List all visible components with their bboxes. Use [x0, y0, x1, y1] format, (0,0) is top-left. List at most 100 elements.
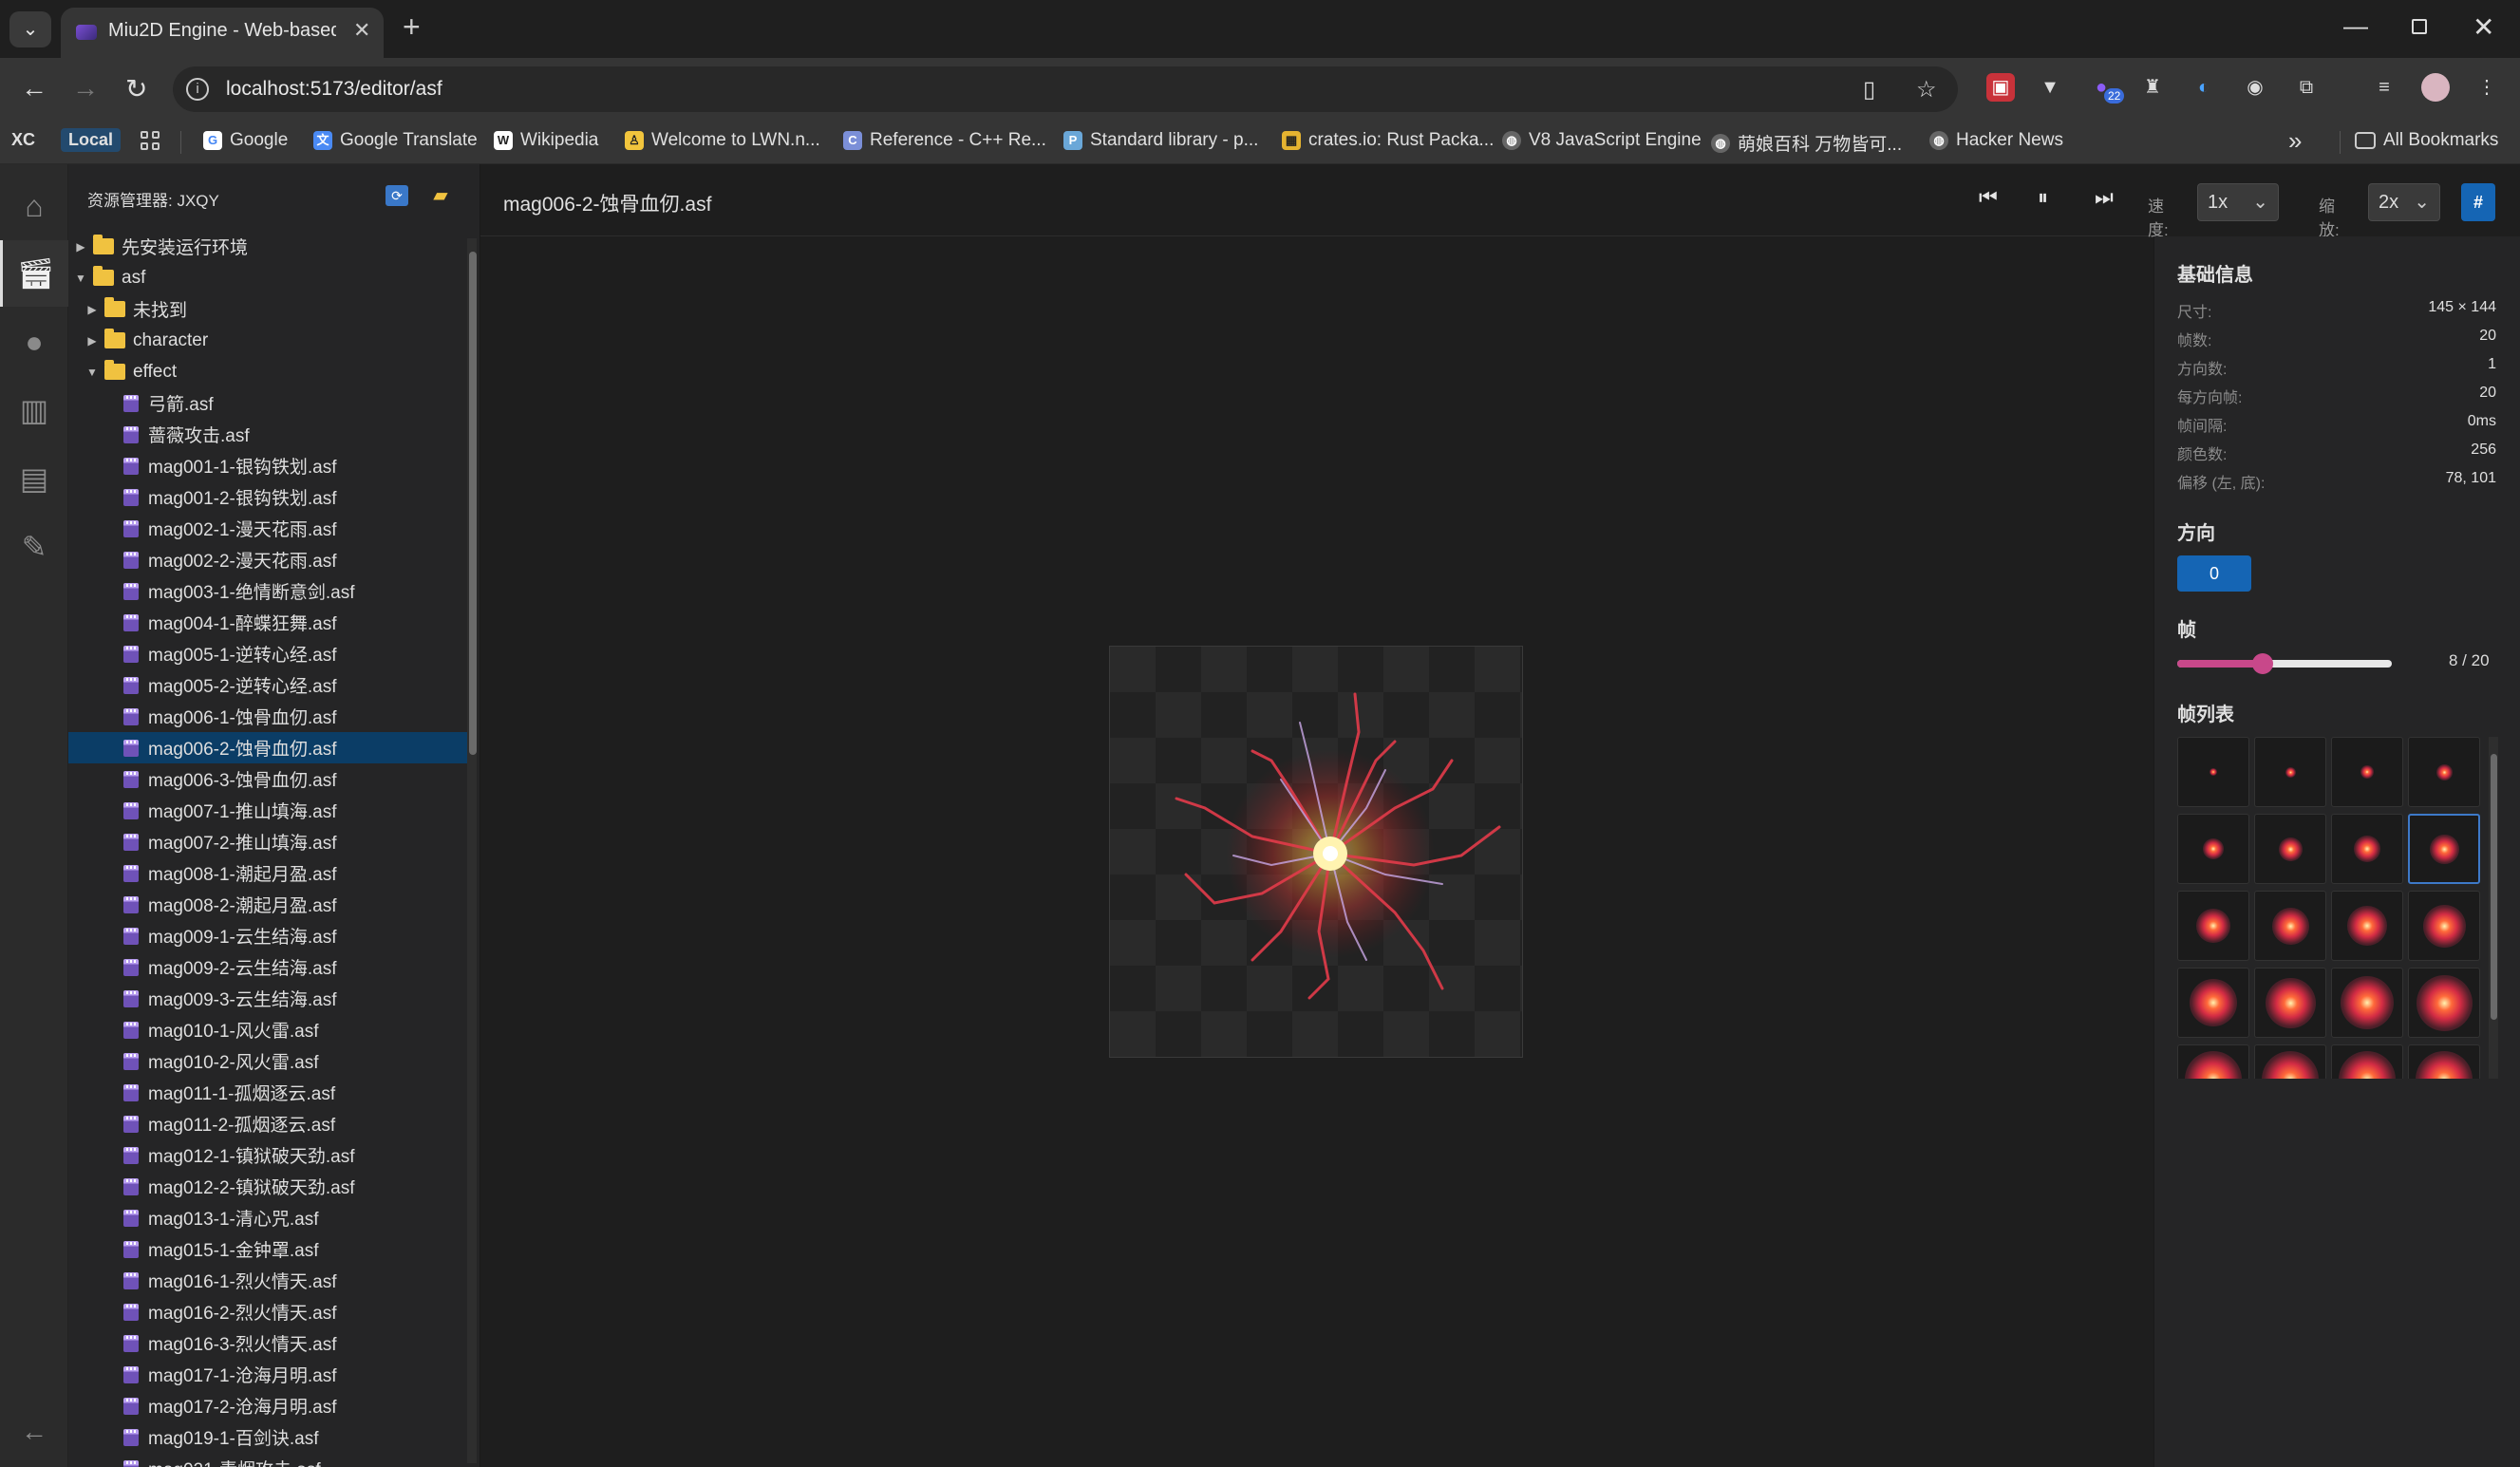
extension-red-icon[interactable]: ▣ [1986, 73, 2015, 102]
tab-search-button[interactable]: ⌄ [9, 11, 51, 47]
bookmark-moegirl[interactable]: ◍ 萌娘百科 万物皆可... [1711, 130, 1902, 156]
tree-file[interactable]: mag010-2-风火雷.asf [68, 1045, 467, 1077]
caret-down-icon[interactable]: ▼ [85, 366, 99, 379]
frame-thumbnail[interactable] [2177, 891, 2249, 961]
frame-thumbnail[interactable] [2177, 968, 2249, 1038]
open-folder-icon[interactable]: ▰ [429, 185, 452, 206]
site-info-icon[interactable]: i [186, 78, 209, 101]
window-close-button[interactable]: ✕ [2473, 11, 2494, 43]
explorer-scrollbar-thumb[interactable] [469, 252, 477, 755]
tree-file[interactable]: mag007-2-推山填海.asf [68, 826, 467, 857]
bookmark-cpp-reference[interactable]: C Reference - C++ Re... [843, 130, 1046, 151]
tree-folder[interactable]: ▶ character [68, 325, 467, 356]
bookmark-star-icon[interactable]: ☆ [1916, 76, 1937, 103]
extension-stamp-icon[interactable]: ♜ [2138, 73, 2167, 102]
tree-file[interactable]: mag006-2-蚀骨血仞.asf [68, 732, 467, 763]
extensions-puzzle-icon[interactable]: ⧉ [2292, 73, 2321, 102]
tree-file[interactable]: mag006-1-蚀骨血仞.asf [68, 701, 467, 732]
caret-down-icon[interactable]: ▼ [74, 272, 87, 285]
frame-slider[interactable] [2177, 653, 2392, 674]
tree-folder[interactable]: ▼ effect [68, 356, 467, 387]
apps-grid-icon[interactable] [141, 131, 161, 152]
bookmark-local[interactable]: Local [61, 128, 122, 152]
caret-right-icon[interactable]: ▶ [85, 334, 99, 348]
tree-file[interactable]: mag009-1-云生结海.asf [68, 920, 467, 951]
frame-thumbnail[interactable] [2254, 891, 2326, 961]
caret-right-icon[interactable]: ▶ [85, 303, 99, 316]
tree-folder[interactable]: ▶ 未找到 [68, 293, 467, 325]
map-icon[interactable]: ▥ [0, 377, 68, 443]
tree-file[interactable]: mag012-2-镇狱破天劲.asf [68, 1171, 467, 1202]
tree-file[interactable]: mag013-1-清心咒.asf [68, 1202, 467, 1233]
tree-file[interactable]: 弓箭.asf [68, 387, 467, 419]
frame-thumbnail[interactable] [2331, 891, 2403, 961]
tree-file[interactable]: mag009-2-云生结海.asf [68, 951, 467, 983]
last-frame-icon[interactable]: ⏭ [2095, 185, 2114, 210]
new-tab-button[interactable]: + [403, 9, 421, 45]
tree-file[interactable]: mag004-1-醉蝶狂舞.asf [68, 607, 467, 638]
tree-file[interactable]: mag016-2-烈火情天.asf [68, 1296, 467, 1327]
frame-thumbnail[interactable] [2408, 814, 2480, 884]
frame-thumbnail[interactable] [2331, 814, 2403, 884]
direction-button-0[interactable]: 0 [2177, 555, 2251, 592]
reload-button[interactable]: ↻ [125, 73, 147, 104]
tree-file[interactable]: mag001-2-银钩铁划.asf [68, 481, 467, 513]
tree-file[interactable]: 蔷薇攻击.asf [68, 419, 467, 450]
tools-icon[interactable]: ✎ [0, 514, 68, 580]
frame-thumbnail[interactable] [2408, 1044, 2480, 1079]
tree-file[interactable]: mag008-1-潮起月盈.asf [68, 857, 467, 889]
tree-file[interactable]: mag016-1-烈火情天.asf [68, 1265, 467, 1296]
media-controls-icon[interactable]: ≡ [2370, 73, 2398, 102]
zoom-select[interactable]: 2x ⌄ [2368, 183, 2440, 221]
first-frame-icon[interactable]: ⏮ [1979, 185, 1998, 210]
tree-file[interactable]: mag002-1-漫天花雨.asf [68, 513, 467, 544]
all-bookmarks-button[interactable]: All Bookmarks [2355, 130, 2498, 151]
back-button[interactable]: ← [21, 73, 47, 103]
extension-v-icon[interactable]: ▼ [2036, 73, 2064, 102]
tree-file[interactable]: mag011-1-孤烟逐云.asf [68, 1077, 467, 1108]
bookmark-google-translate[interactable]: 文 Google Translate [313, 130, 478, 151]
tree-folder[interactable]: ▼ asf [68, 262, 467, 293]
grid-toggle-button[interactable]: # [2461, 183, 2495, 221]
tree-file[interactable]: mag019-1-百剑诀.asf [68, 1421, 467, 1453]
frame-slider-handle[interactable] [2252, 653, 2274, 674]
tree-file[interactable]: mag006-3-蚀骨血仞.asf [68, 763, 467, 795]
window-minimize-button[interactable]: — [2343, 11, 2368, 41]
speed-select[interactable]: 1x ⌄ [2197, 183, 2279, 221]
page-icon[interactable]: ▯ [1863, 76, 1875, 103]
frame-thumbnail[interactable] [2331, 1044, 2403, 1079]
home-icon[interactable]: ⌂ [0, 173, 68, 239]
tree-file[interactable]: mag005-2-逆转心经.asf [68, 669, 467, 701]
sprite-canvas[interactable] [1109, 646, 1523, 1058]
tree-folder[interactable]: ▶ 先安装运行环境 [68, 231, 467, 262]
bookmark-google[interactable]: G Google [203, 130, 288, 151]
extension-blue-icon[interactable]: ◐ [2190, 73, 2218, 102]
url-text[interactable]: localhost:5173/editor/asf [226, 78, 442, 101]
frame-thumbnail[interactable] [2254, 968, 2326, 1038]
frame-thumbnail[interactable] [2331, 968, 2403, 1038]
frame-thumbnail[interactable] [2254, 814, 2326, 884]
tab-close-icon[interactable]: ✕ [353, 18, 370, 43]
tree-file[interactable]: mag017-1-沧海月明.asf [68, 1359, 467, 1390]
address-bar[interactable]: i localhost:5173/editor/asf ▯ ☆ [173, 66, 1958, 112]
tree-file[interactable]: mag010-1-风火雷.asf [68, 1014, 467, 1045]
document-icon[interactable]: ▤ [0, 445, 68, 512]
tree-file[interactable]: mag007-1-推山填海.asf [68, 795, 467, 826]
frame-thumbnail[interactable] [2177, 1044, 2249, 1079]
tree-file[interactable]: mag003-1-绝情断意剑.asf [68, 575, 467, 607]
tree-file[interactable]: mag005-1-逆转心经.asf [68, 638, 467, 669]
collapse-sidebar-icon[interactable]: ← [0, 1399, 68, 1465]
bookmark-xc[interactable]: XC [11, 130, 35, 150]
frame-thumbnail[interactable] [2331, 737, 2403, 807]
frame-thumbnail[interactable] [2177, 737, 2249, 807]
forward-button[interactable]: → [72, 73, 99, 103]
frame-list-scrollbar-thumb[interactable] [2491, 754, 2497, 1020]
frame-thumbnail[interactable] [2408, 737, 2480, 807]
tree-file[interactable]: mag011-2-孤烟逐云.asf [68, 1108, 467, 1139]
tree-file[interactable]: mag016-3-烈火情天.asf [68, 1327, 467, 1359]
frame-thumbnail[interactable] [2254, 1044, 2326, 1079]
bookmark-crates-io[interactable]: ▦ crates.io: Rust Packa... [1282, 130, 1494, 151]
frame-thumbnail[interactable] [2177, 814, 2249, 884]
tree-file[interactable]: mag017-2-沧海月明.asf [68, 1390, 467, 1421]
browser-tab[interactable]: Miu2D Engine - Web-based 2D ✕ [61, 8, 384, 58]
